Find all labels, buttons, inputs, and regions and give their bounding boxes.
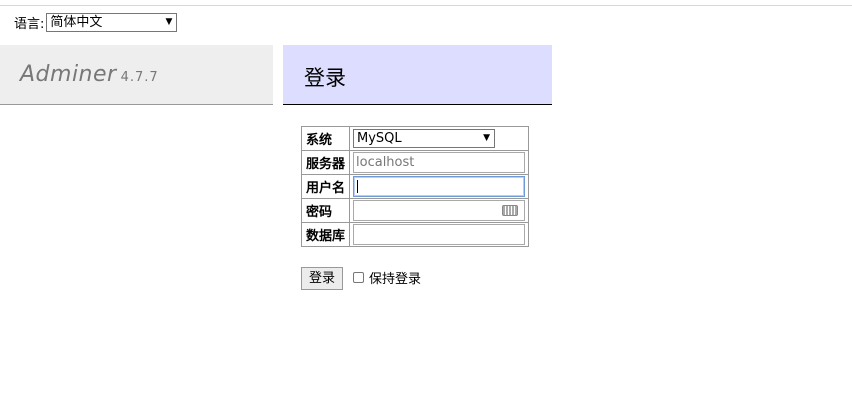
login-form-table: 系统 MySQL ▼ 服务器 localhost 用户名 密码 数据库 (300, 126, 530, 247)
password-input[interactable] (353, 200, 526, 221)
language-label: 语言: (14, 16, 45, 32)
system-label: 系统 (300, 126, 351, 151)
login-button[interactable]: 登录 (301, 267, 344, 290)
brand-panel: Adminer 4.7.7 (0, 45, 273, 105)
text-caret (357, 180, 359, 193)
brand-name: Adminer (20, 62, 117, 87)
brand-version: 4.7.7 (120, 70, 159, 85)
system-row: 系统 MySQL ▼ (300, 126, 530, 151)
brand-logo[interactable]: Adminer 4.7.7 (20, 62, 159, 87)
server-placeholder: localhost (356, 155, 415, 170)
language-select-value: 简体中文 (50, 14, 103, 30)
password-label: 密码 (300, 198, 351, 223)
username-cell (349, 174, 530, 199)
top-divider (0, 5, 852, 6)
server-row: 服务器 localhost (300, 150, 530, 175)
username-row: 用户名 (300, 174, 530, 199)
server-cell: localhost (349, 150, 530, 175)
database-row: 数据库 (300, 222, 530, 247)
username-input[interactable] (353, 176, 526, 197)
server-label: 服务器 (300, 150, 351, 175)
server-input[interactable]: localhost (353, 152, 526, 173)
database-cell (349, 222, 530, 247)
keyboard-icon[interactable] (502, 205, 519, 216)
dropdown-arrow-icon: ▼ (483, 133, 491, 143)
username-label: 用户名 (300, 174, 351, 199)
system-cell: MySQL ▼ (349, 126, 530, 151)
language-switcher: 语言: 简体中文 ▼ (14, 12, 178, 32)
system-select[interactable]: MySQL ▼ (353, 129, 496, 148)
database-input[interactable] (353, 224, 526, 245)
password-cell (349, 198, 530, 223)
remember-login[interactable]: 保持登录 (353, 268, 421, 287)
dropdown-arrow-icon: ▼ (165, 16, 173, 27)
password-row: 密码 (300, 198, 530, 223)
remember-checkbox[interactable] (353, 272, 364, 283)
remember-label: 保持登录 (369, 272, 422, 287)
language-select[interactable]: 简体中文 ▼ (46, 12, 178, 32)
system-select-value: MySQL (357, 131, 402, 146)
page-header: 登录 (283, 45, 552, 105)
page-title: 登录 (304, 66, 346, 90)
database-label: 数据库 (300, 222, 351, 247)
